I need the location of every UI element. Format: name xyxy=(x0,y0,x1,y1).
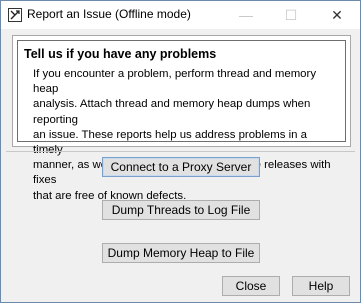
app-icon xyxy=(8,8,22,22)
maximize-icon[interactable]: ☐ xyxy=(268,1,314,29)
dump-heap-button[interactable]: Dump Memory Heap to File xyxy=(102,243,260,263)
info-line: analysis. Attach thread and memory heap … xyxy=(33,98,311,126)
info-panel: Tell us if you have any problems If you … xyxy=(12,35,351,202)
info-panel-text: If you encounter a problem, perform thre… xyxy=(33,67,339,204)
window-title: Report an Issue (Offline mode) xyxy=(27,7,191,21)
info-line: If you encounter a problem, perform thre… xyxy=(33,68,317,96)
close-button[interactable]: Close xyxy=(222,276,280,296)
info-line: an issue. These reports help us address … xyxy=(33,128,307,157)
minimize-icon[interactable]: — xyxy=(223,1,269,29)
close-icon[interactable]: ✕ xyxy=(314,1,360,29)
separator xyxy=(6,151,355,152)
connect-proxy-button[interactable]: Connect to a Proxy Server xyxy=(102,157,260,177)
info-panel-frame: Tell us if you have any problems If you … xyxy=(17,40,346,202)
info-panel-title: Tell us if you have any problems xyxy=(24,47,217,61)
dump-threads-button[interactable]: Dump Threads to Log File xyxy=(102,200,260,220)
title-bar[interactable]: Report an Issue (Offline mode) — ☐ ✕ xyxy=(1,1,360,29)
help-button[interactable]: Help xyxy=(292,276,350,296)
report-issue-dialog: Report an Issue (Offline mode) — ☐ ✕ Tel… xyxy=(0,0,361,303)
